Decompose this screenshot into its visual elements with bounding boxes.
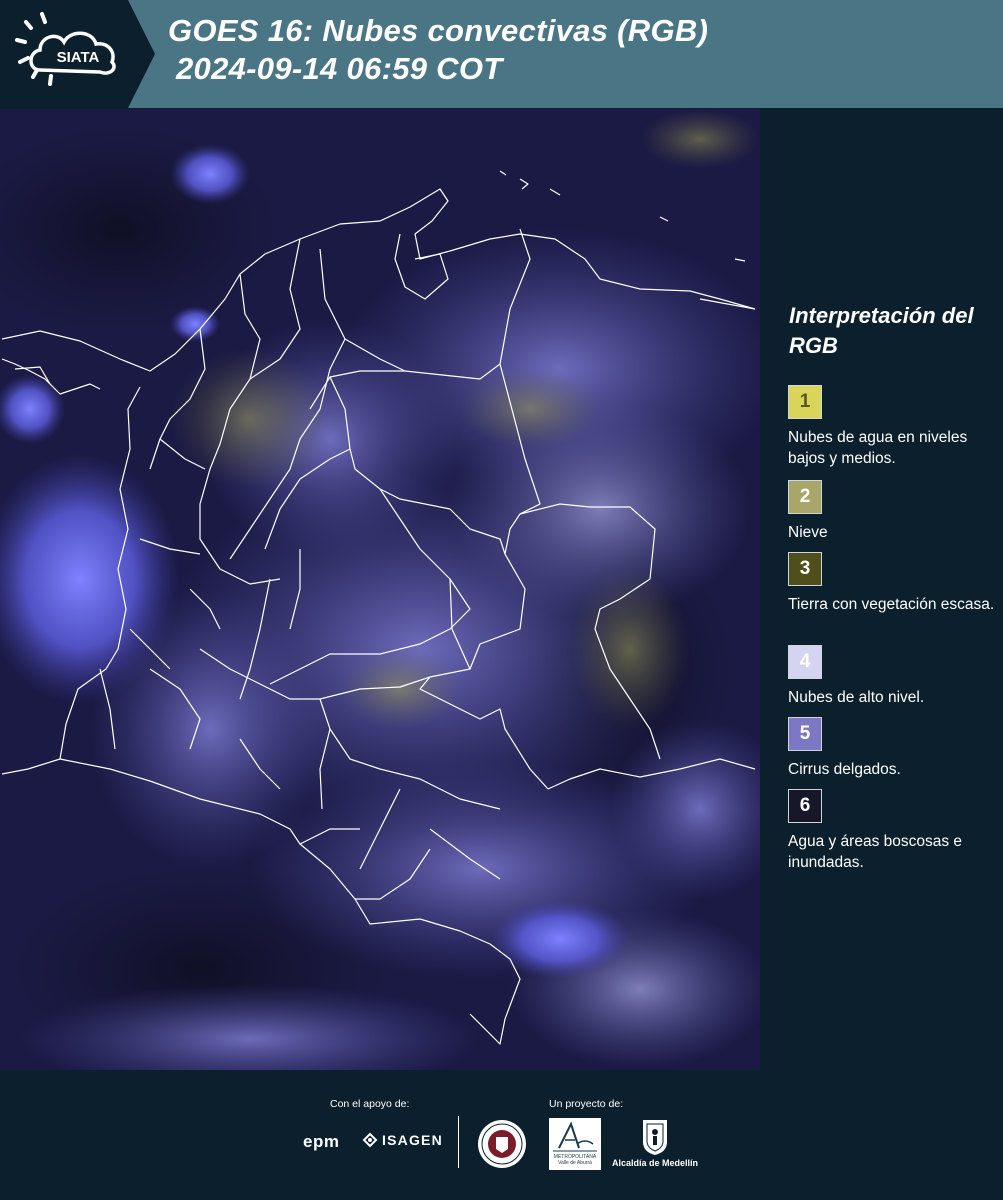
legend-title: Interpretación del RGB [789,303,974,358]
page-title: GOES 16: Nubes convectivas (RGB) 2024-09… [168,12,708,88]
area-metropolitana-text: METROPOLITANA Valle de Aburrá [553,1154,597,1166]
legend-item-2: 2 Nieve [788,480,998,543]
legend-swatch-5: 5 [788,717,822,751]
legend-swatch-3: 3 [788,552,822,586]
footer-divider [458,1116,459,1168]
isagen-logo[interactable]: ISAGEN [362,1132,443,1148]
footer: Con el apoyo de: Un proyecto de: epm ISA… [0,1070,1003,1200]
legend-swatch-4: 4 [788,645,822,679]
legend-label-2: Nieve [788,524,828,541]
satellite-map[interactable] [0,109,760,1070]
satellite-image [0,109,760,1070]
title-line-1: GOES 16: Nubes convectivas (RGB) [168,13,709,48]
legend-swatch-2: 2 [788,480,822,514]
legend-item-6: 6 Agua y áreas boscosas e inundadas. [788,789,998,873]
siata-logo[interactable]: SIATA [0,0,155,108]
legend-panel: Interpretación del RGB 1 Nubes de agua e… [760,109,1003,1070]
title-datetime: 2024-09-14 06:59 COT [176,51,503,86]
legend-item-1: 1 Nubes de agua en niveles bajos y medio… [788,385,998,469]
isagen-logo-text: ISAGEN [382,1132,443,1148]
legend-item-3: 3 Tierra con vegetación escasa. [788,552,998,615]
legend-label-6: Agua y áreas boscosas e inundadas. [788,833,963,871]
legend-label-4: Nubes de alto nivel. [788,689,925,706]
header: SIATA GOES 16: Nubes convectivas (RGB) 2… [0,0,1003,108]
legend-label-3: Tierra con vegetación escasa. [788,596,995,613]
legend-label-5: Cirrus delgados. [788,761,901,778]
siata-logo-text: SIATA [57,49,100,66]
legend-item-4: 4 Nubes de alto nivel. [788,645,998,708]
support-label: Con el apoyo de: [330,1098,410,1110]
project-label: Un proyecto de: [549,1098,624,1110]
legend-label-1: Nubes de agua en niveles bajos y medios. [788,429,968,467]
legend-item-5: 5 Cirrus delgados. [788,717,998,780]
isagen-icon [362,1132,378,1148]
area-metropolitana-icon [553,1121,597,1152]
legend-swatch-6: 6 [788,789,822,823]
area-metropolitana-seal-icon[interactable] [477,1119,527,1169]
epm-logo[interactable]: epm [303,1132,339,1152]
legend-swatch-1: 1 [788,385,822,419]
alcaldia-label: Alcaldía de Medellín [612,1158,699,1168]
alcaldia-shield-icon[interactable] [641,1118,669,1156]
